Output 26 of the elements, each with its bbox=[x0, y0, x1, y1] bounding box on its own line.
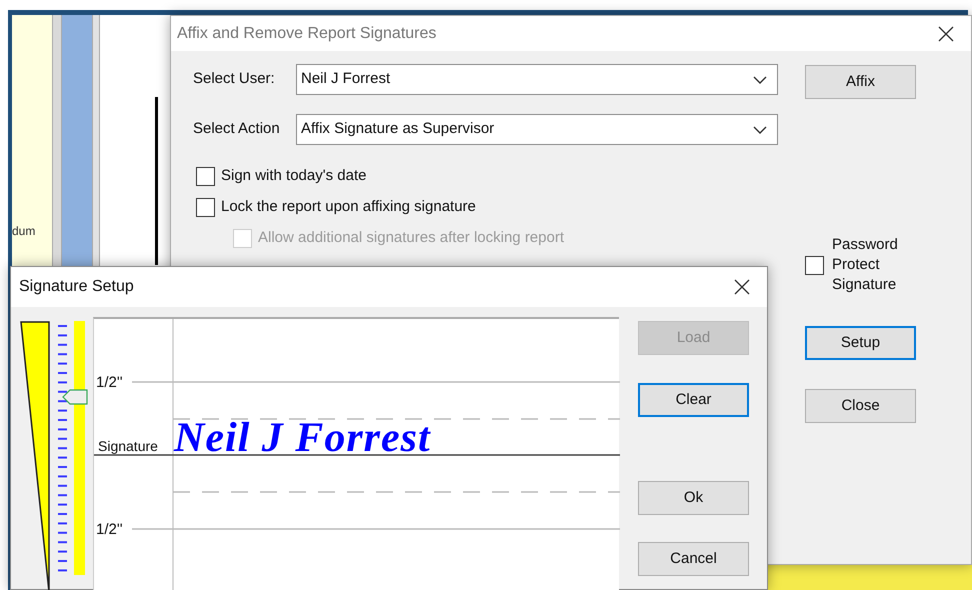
signature-pad[interactable]: 1/2'' Signature 1/2'' Neil J Forrest bbox=[93, 317, 619, 590]
guide-label: Signature bbox=[98, 439, 158, 453]
dialog-button[interactable]: Close bbox=[805, 389, 916, 423]
chevron-down-icon bbox=[753, 126, 767, 134]
window-title: Signature Setup bbox=[19, 277, 134, 297]
checkbox-option[interactable]: Sign with today's date bbox=[196, 164, 778, 188]
close-icon bbox=[938, 26, 954, 42]
dialog-button[interactable]: Cancel bbox=[638, 542, 749, 576]
dropdown-field[interactable]: Neil J Forrest bbox=[296, 64, 778, 95]
guide-label: 1/2'' bbox=[96, 522, 123, 537]
field-label: Select Action bbox=[193, 119, 281, 140]
column-text: dum bbox=[12, 223, 36, 240]
guide-label: 1/2'' bbox=[96, 375, 123, 390]
signature-text: Neil J Forrest bbox=[174, 417, 431, 459]
checkbox-option[interactable]: Lock the report upon affixing signature bbox=[196, 195, 778, 219]
dialog-button[interactable]: Setup bbox=[805, 326, 916, 360]
checkbox-option[interactable]: Password Protect Signature bbox=[805, 235, 917, 295]
window-title: Affix and Remove Report Signatures bbox=[177, 24, 436, 44]
field-label: Select User: bbox=[193, 69, 276, 90]
chevron-down-icon bbox=[753, 76, 767, 84]
dialog-button[interactable]: Clear bbox=[638, 383, 749, 417]
dialog-button[interactable]: Affix bbox=[805, 65, 916, 99]
close-icon bbox=[734, 279, 750, 295]
slider-thumb[interactable] bbox=[62, 389, 88, 406]
dialog-button[interactable]: Ok bbox=[638, 481, 749, 515]
dropdown-field[interactable]: Affix Signature as Supervisor bbox=[296, 114, 778, 145]
